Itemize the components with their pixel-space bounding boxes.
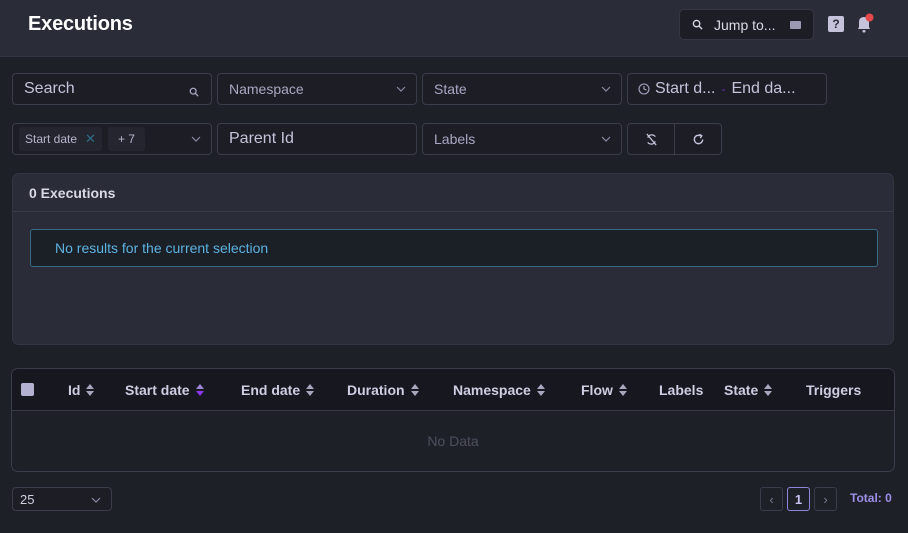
parent-id-input[interactable]: Parent Id	[217, 123, 417, 155]
column-label: Labels	[659, 382, 704, 398]
jump-to-label: Jump to...	[714, 16, 776, 33]
executions-table: Id Start date End date Duration Namespac…	[11, 368, 895, 472]
more-columns-chip: + 7	[107, 127, 145, 151]
more-columns-label: + 7	[117, 132, 135, 146]
columns-select[interactable]: Start date ✕ + 7	[12, 123, 212, 155]
date-range-picker[interactable]: Start d... - End da...	[627, 73, 827, 105]
chevron-down-icon	[191, 136, 201, 142]
sort-icon	[410, 384, 420, 396]
column-header-triggers: Triggers	[806, 369, 861, 411]
refresh-button[interactable]	[674, 124, 721, 154]
labels-select[interactable]: Labels	[422, 123, 622, 155]
column-chip-label: Start date	[25, 132, 78, 146]
page-title: Executions	[28, 13, 133, 35]
select-all-checkbox[interactable]	[21, 383, 34, 396]
search-placeholder: Search	[24, 80, 75, 97]
sort-icon	[536, 384, 546, 396]
page-size-value: 25	[20, 491, 35, 507]
sort-icon	[306, 384, 315, 396]
auto-refresh-off-icon	[645, 133, 657, 145]
search-input[interactable]: Search	[12, 73, 212, 105]
namespace-placeholder: Namespace	[229, 81, 304, 97]
table-header: Id Start date End date Duration Namespac…	[12, 369, 894, 411]
column-label: Duration	[347, 382, 405, 398]
column-header-start-date[interactable]: Start date	[125, 369, 205, 411]
total-count: Total: 0	[850, 491, 892, 505]
chevron-down-icon	[601, 86, 611, 92]
bell-icon[interactable]	[855, 13, 875, 35]
state-select[interactable]: State	[422, 73, 622, 105]
sort-desc-icon	[195, 384, 205, 396]
close-icon[interactable]: ✕	[85, 131, 96, 147]
column-label: Id	[68, 382, 81, 398]
next-page-button[interactable]: ›	[814, 487, 837, 511]
chevron-down-icon	[396, 86, 406, 92]
end-date-input[interactable]: End da...	[731, 80, 795, 98]
column-header-namespace[interactable]: Namespace	[453, 369, 546, 411]
clock-icon	[638, 83, 650, 95]
page-size-select[interactable]: 25	[12, 487, 112, 511]
state-placeholder: State	[434, 81, 467, 97]
column-label: Flow	[581, 382, 613, 398]
sort-icon	[764, 384, 773, 396]
column-label: End date	[241, 382, 301, 398]
column-header-state[interactable]: State	[724, 369, 773, 411]
column-header-id[interactable]: Id	[68, 369, 95, 411]
labels-placeholder: Labels	[434, 131, 476, 147]
chevron-down-icon	[601, 136, 611, 142]
jump-to-button[interactable]: Jump to...	[679, 9, 814, 40]
parent-id-placeholder: Parent Id	[229, 130, 294, 147]
column-header-flow[interactable]: Flow	[581, 369, 628, 411]
no-results-alert: No results for the current selection	[30, 229, 878, 267]
column-label: Start date	[125, 382, 190, 398]
refresh-button-group	[627, 123, 722, 155]
prev-page-button[interactable]: ‹	[760, 487, 783, 511]
date-range-separator: -	[721, 82, 726, 96]
search-icon	[189, 84, 199, 100]
namespace-select[interactable]: Namespace	[217, 73, 417, 105]
help-icon[interactable]: ?	[828, 16, 844, 32]
column-label: State	[724, 382, 759, 398]
keyboard-icon	[790, 21, 801, 29]
column-chip: Start date ✕	[19, 127, 102, 151]
refresh-icon	[693, 133, 703, 144]
chevron-down-icon	[91, 497, 101, 503]
auto-refresh-toggle[interactable]	[628, 124, 674, 154]
executions-summary-panel: 0 Executions No results for the current …	[12, 173, 894, 345]
sort-icon	[618, 384, 628, 396]
column-header-duration[interactable]: Duration	[347, 369, 420, 411]
search-icon	[692, 19, 706, 30]
sort-icon	[86, 384, 95, 396]
page-1-button[interactable]: 1	[787, 487, 810, 511]
start-date-input[interactable]: Start d...	[655, 80, 715, 98]
empty-table-message: No Data	[427, 433, 479, 449]
top-bar: Executions Jump to... ?	[0, 0, 908, 57]
column-label: Namespace	[453, 382, 531, 398]
column-header-end-date[interactable]: End date	[241, 369, 315, 411]
column-header-labels: Labels	[659, 369, 703, 411]
column-label: Triggers	[806, 382, 862, 398]
executions-count: 0 Executions	[13, 174, 893, 212]
notification-dot	[865, 13, 874, 22]
